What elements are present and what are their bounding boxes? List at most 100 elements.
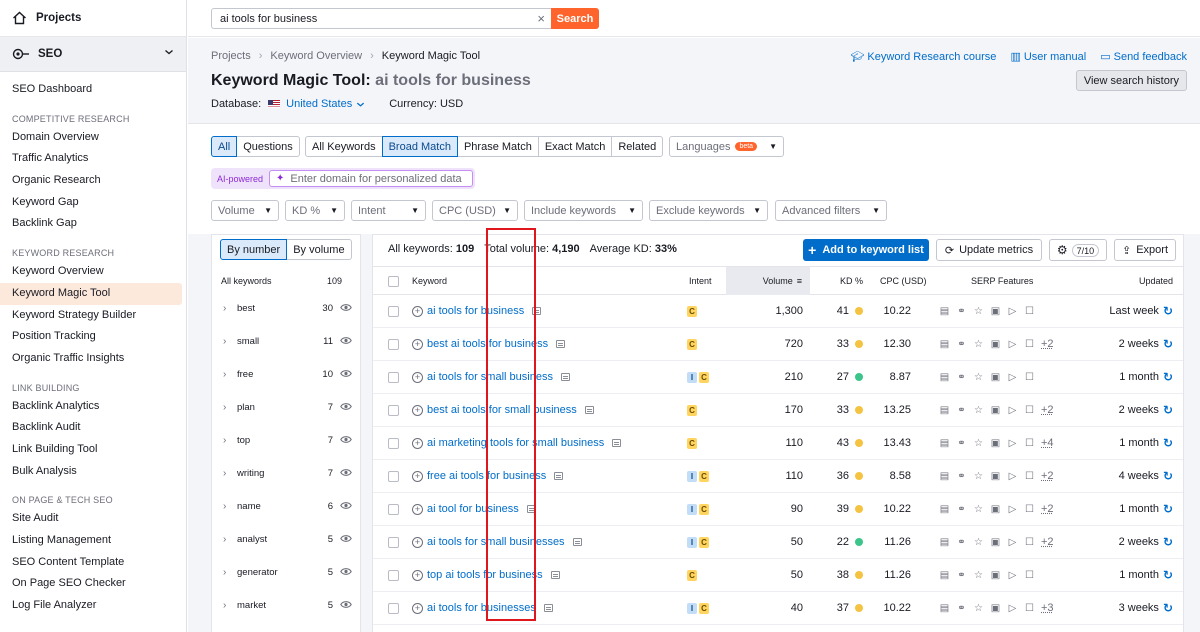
add-keyword-icon[interactable]: +: [412, 470, 423, 482]
tab-all[interactable]: All: [211, 136, 238, 157]
sidebar-seo-section[interactable]: SEO: [0, 37, 186, 72]
exclude-keywords-filter[interactable]: Exclude keywords ▼: [649, 200, 768, 221]
intent-filter[interactable]: Intent ▼: [351, 200, 426, 221]
sidebar-item-traffic-analytics[interactable]: Traffic Analytics: [0, 148, 186, 170]
include-keywords-filter[interactable]: Include keywords ▼: [524, 200, 643, 221]
sidebar-item-seo-dashboard[interactable]: SEO Dashboard: [0, 79, 186, 101]
sidebar-item-backlink-analytics[interactable]: Backlink Analytics: [0, 396, 186, 418]
row-checkbox[interactable]: [388, 394, 399, 426]
refresh-icon[interactable]: ↻: [1163, 502, 1173, 516]
advanced-filters[interactable]: Advanced filters ▼: [775, 200, 887, 221]
chevron-right-icon[interactable]: ›: [223, 534, 237, 545]
add-keyword-icon[interactable]: +: [412, 338, 423, 350]
cpc-filter[interactable]: CPC (USD) ▼: [432, 200, 518, 221]
more-serp-features[interactable]: +4: [1041, 437, 1054, 449]
col-serp[interactable]: SERP Features: [971, 267, 1033, 295]
select-all-checkbox[interactable]: [388, 267, 399, 295]
kd-filter[interactable]: KD % ▼: [285, 200, 345, 221]
close-icon[interactable]: ×: [537, 11, 545, 26]
row-checkbox[interactable]: [388, 460, 399, 492]
group-item-writing[interactable]: › writing 7: [212, 457, 360, 490]
send-feedback-link[interactable]: ▭ Send feedback: [1100, 50, 1187, 63]
sidebar-item-backlink-gap[interactable]: Backlink Gap: [0, 213, 186, 235]
col-updated[interactable]: Updated: [1139, 267, 1173, 295]
chevron-right-icon[interactable]: ›: [223, 336, 237, 347]
col-kd[interactable]: KD %: [840, 267, 863, 295]
refresh-icon[interactable]: ↻: [1163, 568, 1173, 582]
col-intent[interactable]: Intent: [689, 267, 712, 295]
refresh-icon[interactable]: ↻: [1163, 370, 1173, 384]
search-button[interactable]: Search: [551, 8, 599, 29]
sidebar-item-organic-traffic-insights[interactable]: Organic Traffic Insights: [0, 348, 186, 370]
more-serp-features[interactable]: +2: [1041, 338, 1054, 350]
row-checkbox[interactable]: [388, 427, 399, 459]
sidebar-item-listing-management[interactable]: Listing Management: [0, 530, 186, 552]
group-item-analyst[interactable]: › analyst 5: [212, 523, 360, 556]
more-serp-features[interactable]: +2: [1041, 536, 1054, 548]
row-checkbox[interactable]: [388, 493, 399, 525]
add-keyword-icon[interactable]: +: [412, 503, 423, 515]
keyword-link[interactable]: best ai tools for small business: [427, 404, 577, 416]
add-to-keyword-list-button[interactable]: + Add to keyword list: [803, 239, 929, 261]
more-serp-features[interactable]: +3: [1041, 602, 1054, 614]
sidebar-item-log-file-analyzer[interactable]: Log File Analyzer: [0, 595, 186, 617]
more-serp-features[interactable]: +2: [1041, 470, 1054, 482]
group-item-name[interactable]: › name 6: [212, 490, 360, 523]
eye-icon[interactable]: [340, 303, 352, 312]
sidebar-item-keyword-strategy-builder[interactable]: Keyword Strategy Builder: [0, 305, 186, 327]
add-keyword-icon[interactable]: +: [412, 404, 423, 416]
tab-phrase-match[interactable]: Phrase Match: [456, 136, 539, 157]
sidebar-item-position-tracking[interactable]: Position Tracking: [0, 326, 186, 348]
eye-icon[interactable]: [340, 435, 352, 444]
row-checkbox[interactable]: [388, 361, 399, 393]
keyword-link[interactable]: free ai tools for business: [427, 470, 546, 482]
chevron-right-icon[interactable]: ›: [223, 600, 237, 611]
col-cpc[interactable]: CPC (USD): [880, 267, 927, 295]
eye-icon[interactable]: [340, 336, 352, 345]
search-input[interactable]: ai tools for business ×: [211, 8, 551, 29]
keyword-link[interactable]: ai tools for business: [427, 305, 524, 317]
sidebar-item-keyword-overview[interactable]: Keyword Overview: [0, 261, 186, 283]
tab-exact-match[interactable]: Exact Match: [537, 136, 613, 157]
group-item-top[interactable]: › top 7: [212, 424, 360, 457]
column-settings-button[interactable]: ⚙ 7/10: [1049, 239, 1107, 261]
eye-icon[interactable]: [340, 600, 352, 609]
col-volume[interactable]: Volume ≡: [726, 267, 810, 295]
serp-preview-icon[interactable]: [550, 571, 560, 579]
sort-by-volume[interactable]: By volume: [287, 239, 352, 260]
refresh-icon[interactable]: ↻: [1163, 403, 1173, 417]
col-keyword[interactable]: Keyword: [412, 267, 447, 295]
refresh-icon[interactable]: ↻: [1163, 469, 1173, 483]
eye-icon[interactable]: [340, 468, 352, 477]
eye-icon[interactable]: [340, 501, 352, 510]
keyword-link[interactable]: ai tools for small business: [427, 371, 553, 383]
keyword-link[interactable]: ai tools for small businesses: [427, 536, 565, 548]
more-serp-features[interactable]: +2: [1041, 404, 1054, 416]
group-item-plan[interactable]: › plan 7: [212, 391, 360, 424]
keyword-link[interactable]: top ai tools for business: [427, 569, 543, 581]
serp-preview-icon[interactable]: [560, 373, 570, 381]
ai-domain-input[interactable]: ✦ Enter domain for personalized data: [269, 170, 474, 187]
refresh-icon[interactable]: ↻: [1163, 436, 1173, 450]
tab-related[interactable]: Related: [611, 136, 664, 157]
eye-icon[interactable]: [340, 567, 352, 576]
keyword-link[interactable]: ai tools for businesses: [427, 602, 536, 614]
refresh-icon[interactable]: ↻: [1163, 535, 1173, 549]
group-item-market[interactable]: › market 5: [212, 589, 360, 622]
languages-dropdown[interactable]: Languages beta ▼: [669, 136, 784, 157]
volume-filter[interactable]: Volume ▼: [211, 200, 279, 221]
add-keyword-icon[interactable]: +: [412, 371, 423, 383]
eye-icon[interactable]: [340, 369, 352, 378]
group-item-best[interactable]: › best 30: [212, 292, 360, 325]
more-serp-features[interactable]: +2: [1041, 503, 1054, 515]
chevron-right-icon[interactable]: ›: [223, 369, 237, 380]
row-checkbox[interactable]: [388, 295, 399, 327]
sidebar-item-backlink-audit[interactable]: Backlink Audit: [0, 417, 186, 439]
sidebar-item-bulk-analysis[interactable]: Bulk Analysis: [0, 461, 186, 483]
sidebar-item-domain-overview[interactable]: Domain Overview: [0, 127, 186, 149]
keyword-course-link[interactable]: 🎓︎ Keyword Research course: [850, 50, 996, 63]
serp-preview-icon[interactable]: [543, 604, 553, 612]
tab-all-keywords[interactable]: All Keywords: [305, 136, 383, 157]
add-keyword-icon[interactable]: +: [412, 569, 423, 581]
row-checkbox[interactable]: [388, 559, 399, 591]
